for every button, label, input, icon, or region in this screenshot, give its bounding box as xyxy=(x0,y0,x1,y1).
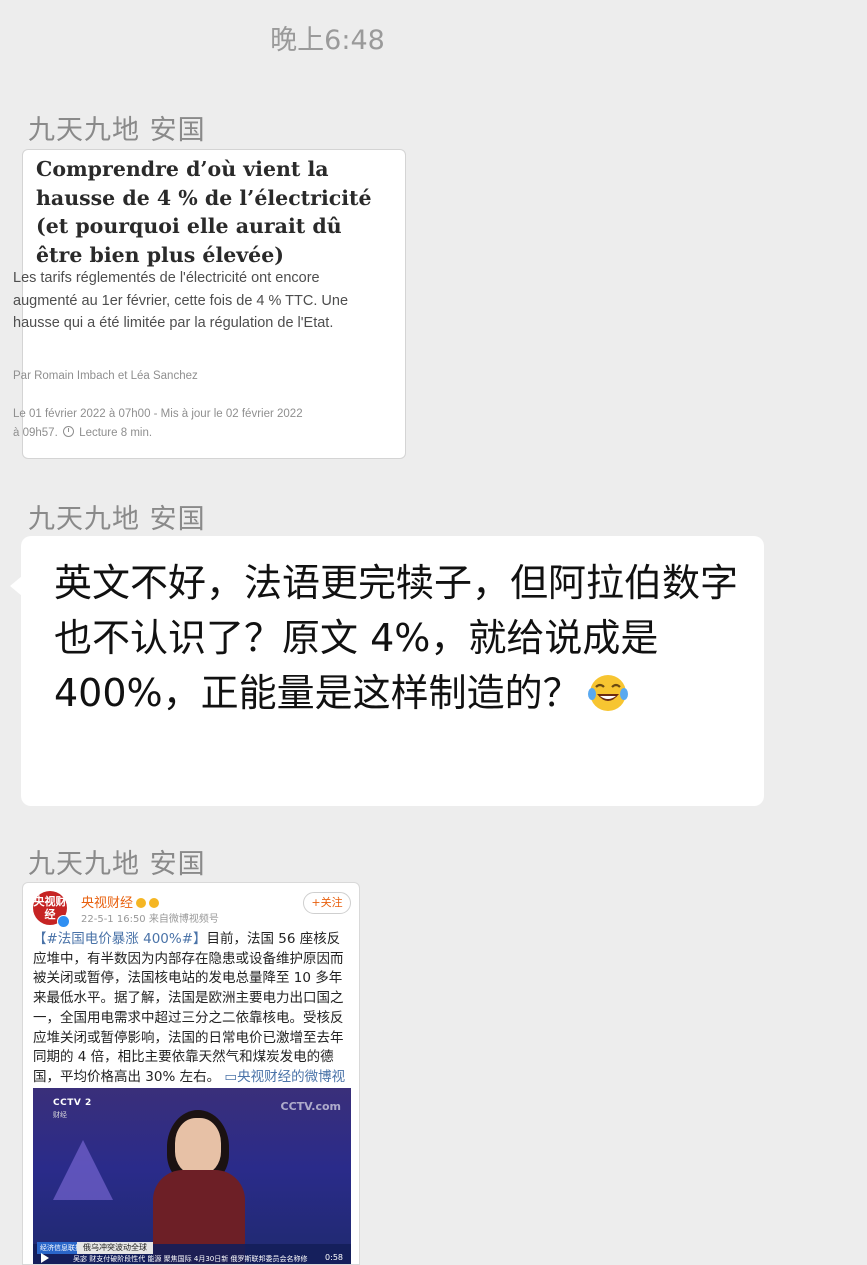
sender-name: 九天九地 安国 xyxy=(28,115,206,146)
ticker-title: 俄乌冲突波动全球 xyxy=(77,1242,153,1254)
article-date-line: Le 01 février 2022 à 07h00 - Mis à jour … xyxy=(13,408,303,420)
post-meta: 22-5-1 16:50 来自微博视频号 xyxy=(81,914,219,925)
clock-icon xyxy=(62,426,74,437)
article-lede: Les tarifs réglementés de l'électricité … xyxy=(13,270,349,331)
article-reading-time: Lecture 8 min. xyxy=(79,427,153,439)
follow-button: +关注 xyxy=(303,892,351,914)
article-headline: Comprendre d’où vient la hausse de 4 % d… xyxy=(36,155,396,269)
headline-line: être bien plus élevée) xyxy=(36,242,284,267)
channel-logo: CCTV 2 xyxy=(53,1098,92,1108)
article-date: Le 01 février 2022 à 07h00 - Mis à jour … xyxy=(13,405,378,443)
post-hashtag: 【#法国电价暴涨 400%#】 xyxy=(33,931,207,947)
sender-name: 九天九地 安国 xyxy=(28,849,206,880)
video-link-icon: ▭ xyxy=(224,1068,238,1085)
badge-icon xyxy=(136,898,147,908)
studio-shape xyxy=(53,1140,113,1200)
article-date-line: à 09h57. Lecture 8 min. xyxy=(13,424,378,443)
headline-line: (et pourquoi elle aurait dû xyxy=(36,214,342,238)
message-text-content: 英文不好，法语更完犊子，但阿拉伯数字也不认识了？原文 4%，就给说成是 400%… xyxy=(54,561,739,715)
account-name: 央视财经 xyxy=(81,892,160,911)
weibo-screenshot-image[interactable]: 央视财经 央视财经 22-5-1 16:50 来自微博视频号 +关注 【#法国电… xyxy=(22,882,360,1265)
badge-icon xyxy=(149,898,160,908)
video-thumbnail: CCTV 2 财经 CCTV.com 经济信息联播 俄乌冲突波动全球 吴宓 财支… xyxy=(33,1088,351,1264)
sender-name: 九天九地 安国 xyxy=(28,504,206,535)
video-duration: 0:58 xyxy=(325,1253,343,1262)
headline-line: Comprendre d’où vient la xyxy=(36,157,329,181)
play-icon xyxy=(41,1253,49,1263)
headline-line: hausse de 4 % de l’électricité xyxy=(36,185,372,210)
post-text: 目前，法国 56 座核反应堆中，有半数因为内部存在隐患或设备维护原因而被关闭或暂… xyxy=(33,931,344,1085)
text-message-bubble[interactable]: 英文不好，法语更完犊子，但阿拉伯数字也不认识了？原文 4%，就给说成是 400%… xyxy=(21,536,764,806)
article-updated-time: à 09h57. xyxy=(13,427,58,439)
laugh-with-tears-icon xyxy=(587,675,628,711)
ticker-text: 吴宓 财支付破阶段性代 能源 聚焦国际 4月30日新 俄罗斯联邦委员会名称修 xyxy=(73,1255,308,1263)
message-timestamp: 晚上6:48 xyxy=(270,25,385,56)
watermark: CCTV.com xyxy=(280,1100,341,1113)
article-byline: Par Romain Imbach et Léa Sanchez xyxy=(13,370,198,382)
post-body: 【#法国电价暴涨 400%#】目前，法国 56 座核反应堆中，有半数因为内部存在… xyxy=(33,930,353,1107)
account-name-text: 央视财经 xyxy=(81,896,134,911)
channel-sub-label: 财经 xyxy=(53,1111,67,1119)
anchor-face xyxy=(175,1118,221,1174)
message-text: 英文不好，法语更完犊子，但阿拉伯数字也不认识了？原文 4%，就给说成是 400%… xyxy=(54,556,744,721)
verified-icon xyxy=(57,915,70,928)
